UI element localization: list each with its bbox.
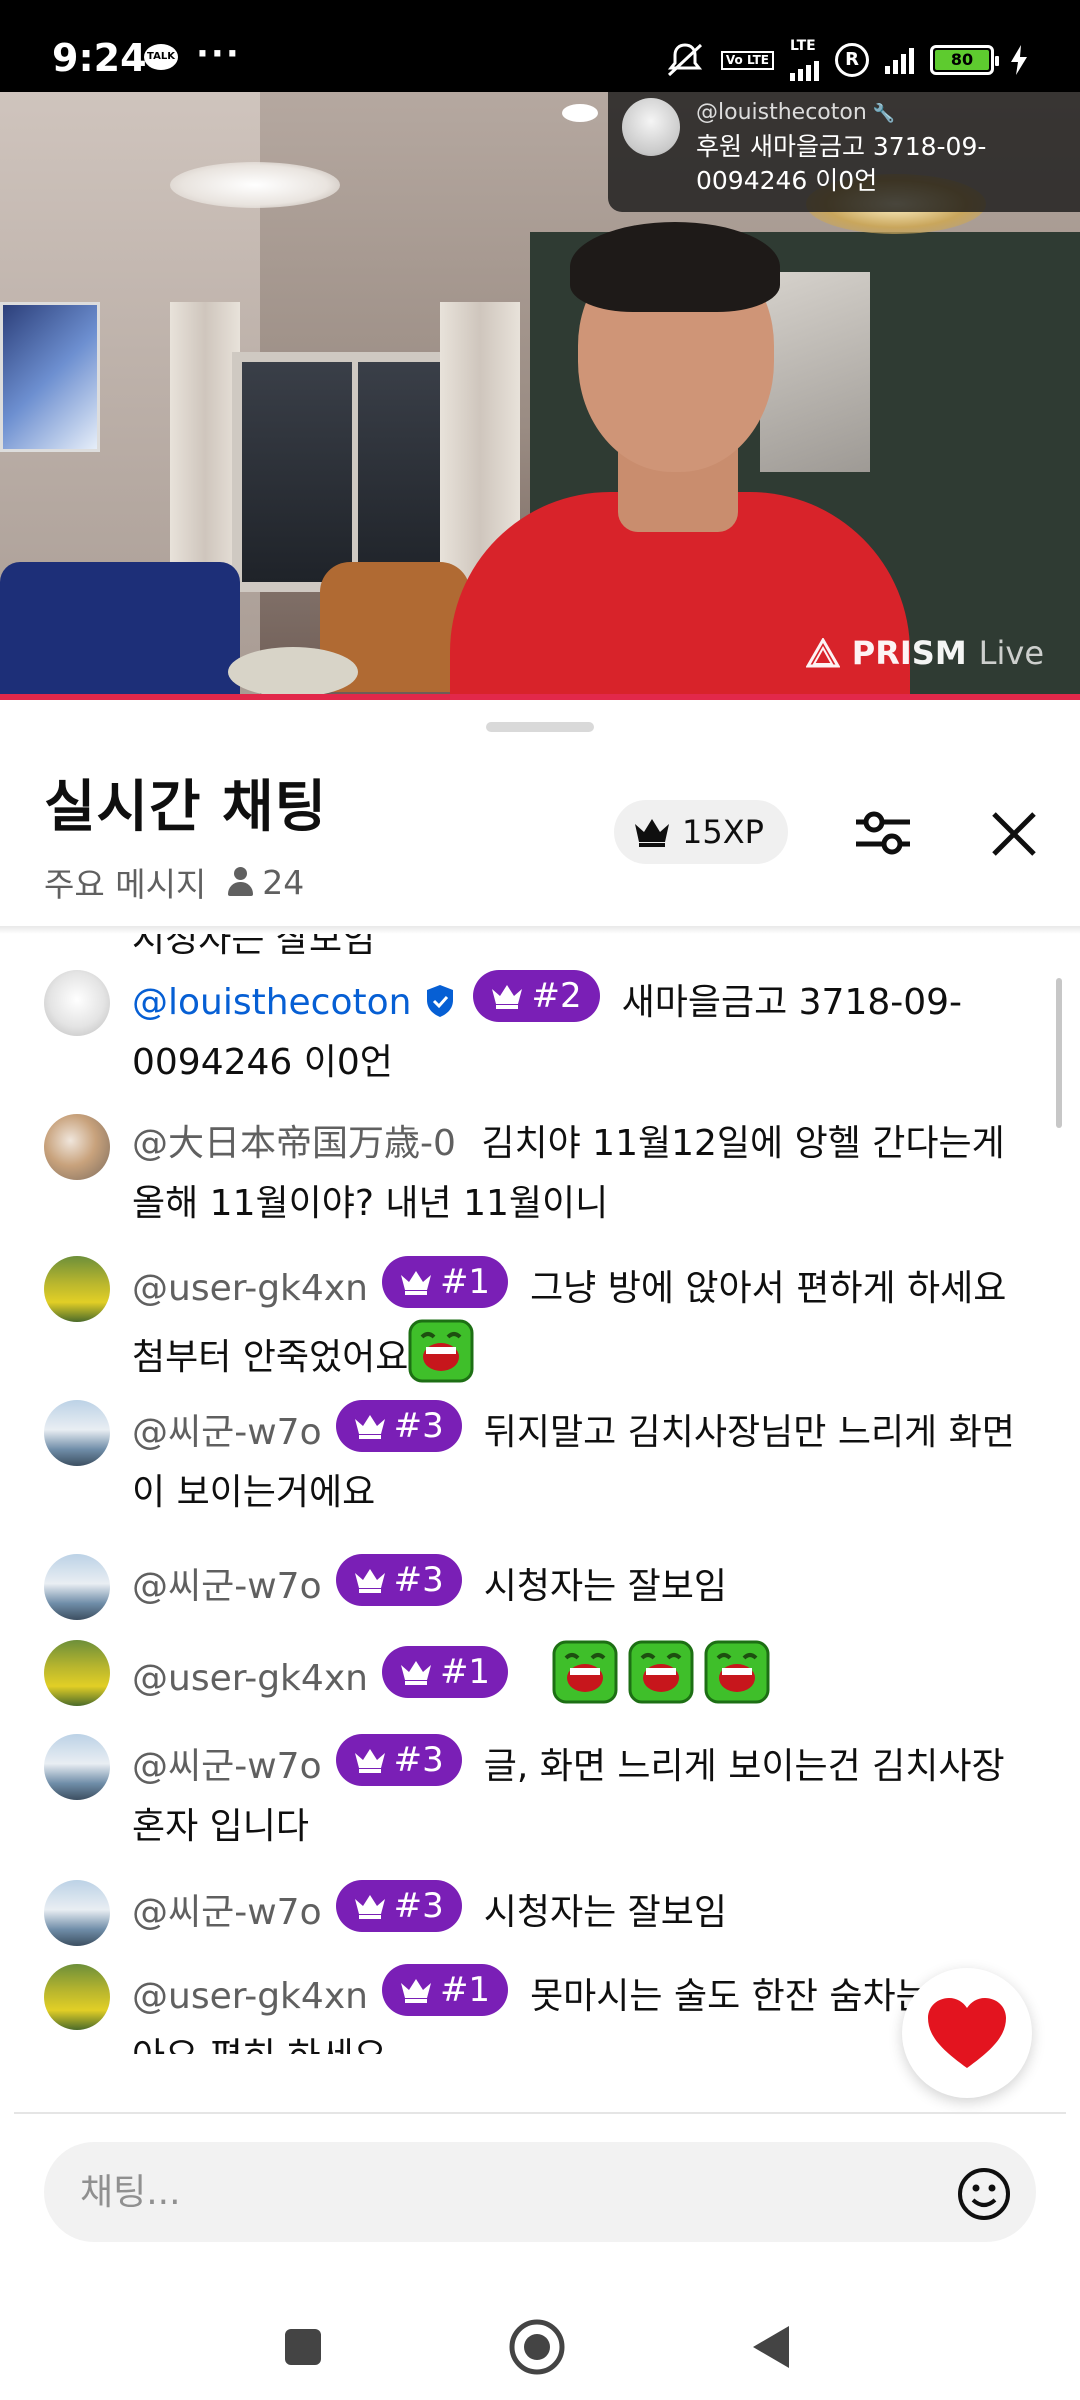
charging-icon (1011, 45, 1027, 75)
square-icon (285, 2329, 321, 2365)
smiley-icon (958, 2168, 1010, 2220)
message-author[interactable]: @씨군-w7o (132, 1412, 322, 1453)
member-rank-badge: #2 (473, 970, 600, 1022)
battery-level: 80 (935, 50, 989, 70)
back-button[interactable] (736, 2312, 806, 2382)
signal-bars-icon (790, 53, 819, 81)
avatar[interactable] (44, 1256, 110, 1322)
member-rank-badge: #1 (381, 1964, 509, 2016)
volte-icon: Vo LTE (720, 50, 774, 70)
crown-icon (400, 1661, 431, 1685)
kakaotalk-icon: TALK (144, 44, 178, 70)
message-author[interactable]: @씨군-w7o (132, 1746, 322, 1787)
message-author[interactable]: @씨군-w7o (132, 1892, 322, 1933)
message-text: 시청자는 잘보임 (483, 1566, 728, 1607)
more-notifications-icon: ··· (196, 34, 241, 74)
verified-shield-icon (427, 985, 454, 1017)
home-button[interactable] (502, 2312, 572, 2382)
avatar[interactable] (44, 1880, 110, 1946)
wall-painting (0, 302, 100, 452)
avatar[interactable] (44, 1964, 110, 2030)
crown-icon (635, 819, 669, 847)
member-rank-badge: #1 (381, 1646, 509, 1698)
top-chat-selector[interactable]: 주요 메시지 (44, 858, 206, 906)
message-author[interactable]: @user-gk4xn (132, 1658, 368, 1699)
viewer-count: 24 (226, 863, 304, 902)
member-rank-badge: #1 (381, 1256, 509, 1308)
prism-live-watermark: PRISM Live (805, 634, 1044, 672)
send-heart-button[interactable] (902, 1968, 1032, 2098)
crown-icon (354, 1895, 385, 1919)
system-nav-bar (0, 2290, 1080, 2400)
member-rank-badge: #3 (335, 1880, 462, 1932)
crown-icon (354, 1569, 385, 1593)
blue-sofa (0, 562, 240, 698)
lte-label: LTE (790, 38, 816, 54)
crown-icon (400, 1271, 431, 1295)
crown-icon (492, 985, 523, 1009)
person-icon (226, 867, 254, 897)
prism-label: PRISM (851, 634, 967, 672)
green-laughing-emoji-icon (552, 1640, 618, 1704)
live-label: Live (978, 634, 1044, 672)
cut-off-message: 시청자는 잘보임 (132, 934, 376, 960)
avatar[interactable] (44, 1640, 110, 1706)
donation-overlay: @louisthecoton 🔧 후원 새마을금고 3718-09-0094246… (608, 92, 1080, 212)
status-time: 9:24 (52, 36, 147, 80)
wrench-icon: 🔧 (872, 103, 896, 124)
crown-icon (354, 1415, 385, 1439)
message-author[interactable]: @씨군-w7o (132, 1566, 322, 1607)
home-circle-icon (509, 2319, 565, 2375)
battery-icon: 80 (930, 45, 999, 75)
chat-title: 실시간 채팅 (44, 775, 328, 840)
member-rank-badge: #3 (335, 1400, 462, 1452)
drag-handle[interactable] (486, 722, 594, 732)
green-laughing-emoji-icon (704, 1640, 770, 1704)
avatar[interactable] (44, 1554, 110, 1620)
close-icon (992, 812, 1036, 856)
room-window (232, 352, 472, 592)
avatar[interactable] (44, 1400, 110, 1466)
green-laughing-emoji-icon (408, 1319, 474, 1383)
xp-value: 15XP (682, 813, 764, 851)
message-text: 시청자는 잘보임 (483, 1892, 728, 1933)
message-author[interactable]: @louisthecoton (132, 982, 411, 1023)
scrollbar[interactable] (1056, 978, 1062, 1128)
avatar[interactable] (44, 1114, 110, 1180)
donor-avatar (622, 98, 680, 156)
emoji-button[interactable] (956, 2166, 1012, 2222)
donor-name: @louisthecoton (696, 100, 867, 125)
member-rank-badge: #3 (335, 1554, 462, 1606)
avatar[interactable] (44, 1734, 110, 1800)
back-triangle-icon (753, 2326, 789, 2368)
chat-message-list[interactable]: 시청자는 잘보임 @louisthecoton #2 새마을금고 3718-09-0… (0, 934, 1080, 2054)
avatar[interactable] (44, 970, 110, 1036)
member-rank-badge: #3 (335, 1734, 462, 1786)
recents-button[interactable] (268, 2312, 338, 2382)
xp-chip[interactable]: 15XP (614, 800, 788, 864)
message-author[interactable]: @大日本帝国万歳-0 (132, 1123, 456, 1164)
live-chat-panel: 실시간 채팅 주요 메시지 24 15XP 시청자는 잘보임 @louisthe… (0, 700, 1080, 2290)
message-author[interactable]: @user-gk4xn (132, 1976, 368, 2017)
mute-icon (667, 43, 703, 77)
green-laughing-emoji-icon (628, 1640, 694, 1704)
chat-settings-button[interactable] (848, 798, 918, 868)
donation-message: 후원 새마을금고 3718-09-0094246 이0언 (696, 132, 987, 195)
message-author[interactable]: @user-gk4xn (132, 1268, 368, 1309)
roaming-icon: R (835, 43, 869, 77)
sliders-icon (856, 811, 910, 855)
ceiling-lamp (170, 162, 340, 208)
chat-input[interactable] (44, 2142, 1036, 2242)
crown-icon (400, 1979, 431, 2003)
signal-bars-2-icon (885, 46, 914, 74)
prism-logo-icon (805, 638, 840, 668)
heart-icon (928, 1998, 1006, 2068)
crown-icon (354, 1749, 385, 1773)
status-bar: 9:24 TALK ··· Vo LTE LTE R 80 (0, 0, 1080, 92)
close-chat-button[interactable] (978, 798, 1050, 870)
viewer-count-value: 24 (262, 862, 305, 902)
